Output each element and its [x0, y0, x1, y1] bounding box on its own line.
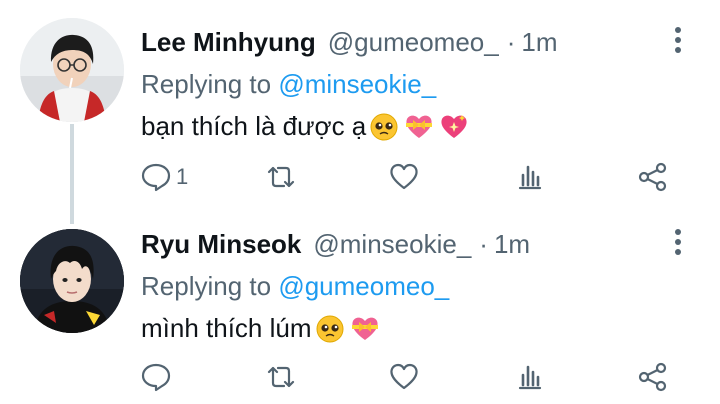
action-bar [140, 357, 680, 397]
display-name[interactable]: Ryu Minseok [141, 228, 301, 260]
reply-icon [141, 363, 171, 392]
like-button[interactable] [388, 157, 420, 197]
separator: · [479, 229, 488, 259]
mention-link[interactable]: @gumeomeo_ [278, 271, 449, 301]
pleading-face-emoji [367, 110, 401, 142]
replying-to-label: Replying to [141, 69, 272, 99]
analytics-button[interactable] [514, 357, 546, 397]
pleading-face-emoji [313, 312, 347, 344]
reply-icon [141, 163, 171, 192]
retweet-button[interactable] [265, 357, 297, 397]
share-icon [638, 162, 667, 192]
heart-icon [390, 163, 418, 190]
timestamp[interactable]: 1m [494, 228, 530, 260]
reply-count: 1 [176, 164, 189, 189]
tweet-text: bạn thích là được ạ [141, 110, 680, 142]
username[interactable]: @gumeomeo_ [328, 26, 499, 58]
tweet[interactable]: Lee Minhyung @gumeomeo_ · 1m Replying to… [0, 0, 720, 224]
username[interactable]: @minseokie_ [313, 228, 471, 260]
tweet-content: Ryu Minseok @minseokie_ · 1m Replying to… [141, 228, 680, 344]
heart-with-ribbon-emoji [348, 312, 382, 344]
share-icon [638, 362, 667, 392]
separator: · [506, 27, 516, 57]
analytics-icon [518, 365, 542, 390]
avatar[interactable] [20, 229, 124, 333]
share-button[interactable] [637, 157, 669, 197]
replying-to: Replying to @gumeomeo_ [141, 270, 680, 302]
more-options-icon[interactable] [672, 229, 684, 259]
tweet-content: Lee Minhyung @gumeomeo_ · 1m Replying to… [141, 26, 680, 142]
share-button[interactable] [637, 357, 669, 397]
retweet-icon [267, 166, 295, 188]
heart-with-ribbon-emoji [402, 110, 436, 142]
tweet-text-content: bạn thích là được ạ [141, 111, 367, 141]
more-options-icon[interactable] [672, 27, 684, 57]
avatar[interactable] [20, 18, 124, 122]
like-button[interactable] [388, 357, 420, 397]
mention-link[interactable]: @minseokie_ [278, 69, 436, 99]
retweet-button[interactable] [265, 157, 297, 197]
tweet[interactable]: Ryu Minseok @minseokie_ · 1m Replying to… [0, 205, 720, 404]
replying-to: Replying to @minseokie_ [141, 68, 680, 100]
sparkling-heart-emoji [437, 110, 471, 142]
tweet-header: Lee Minhyung @gumeomeo_ · 1m [141, 26, 680, 58]
tweet-header: Ryu Minseok @minseokie_ · 1m [141, 228, 680, 260]
display-name[interactable]: Lee Minhyung [141, 26, 316, 58]
action-bar: 1 [140, 157, 680, 197]
reply-button[interactable] [140, 357, 176, 397]
reply-button[interactable]: 1 [140, 157, 188, 197]
analytics-button[interactable] [514, 157, 546, 197]
analytics-icon [518, 165, 542, 190]
tweet-text-content: mình thích lúm [141, 313, 312, 343]
heart-icon [390, 363, 418, 390]
replying-to-label: Replying to [141, 271, 272, 301]
timestamp[interactable]: 1m [521, 26, 557, 58]
tweet-text: mình thích lúm [141, 312, 680, 344]
retweet-icon [267, 366, 295, 388]
